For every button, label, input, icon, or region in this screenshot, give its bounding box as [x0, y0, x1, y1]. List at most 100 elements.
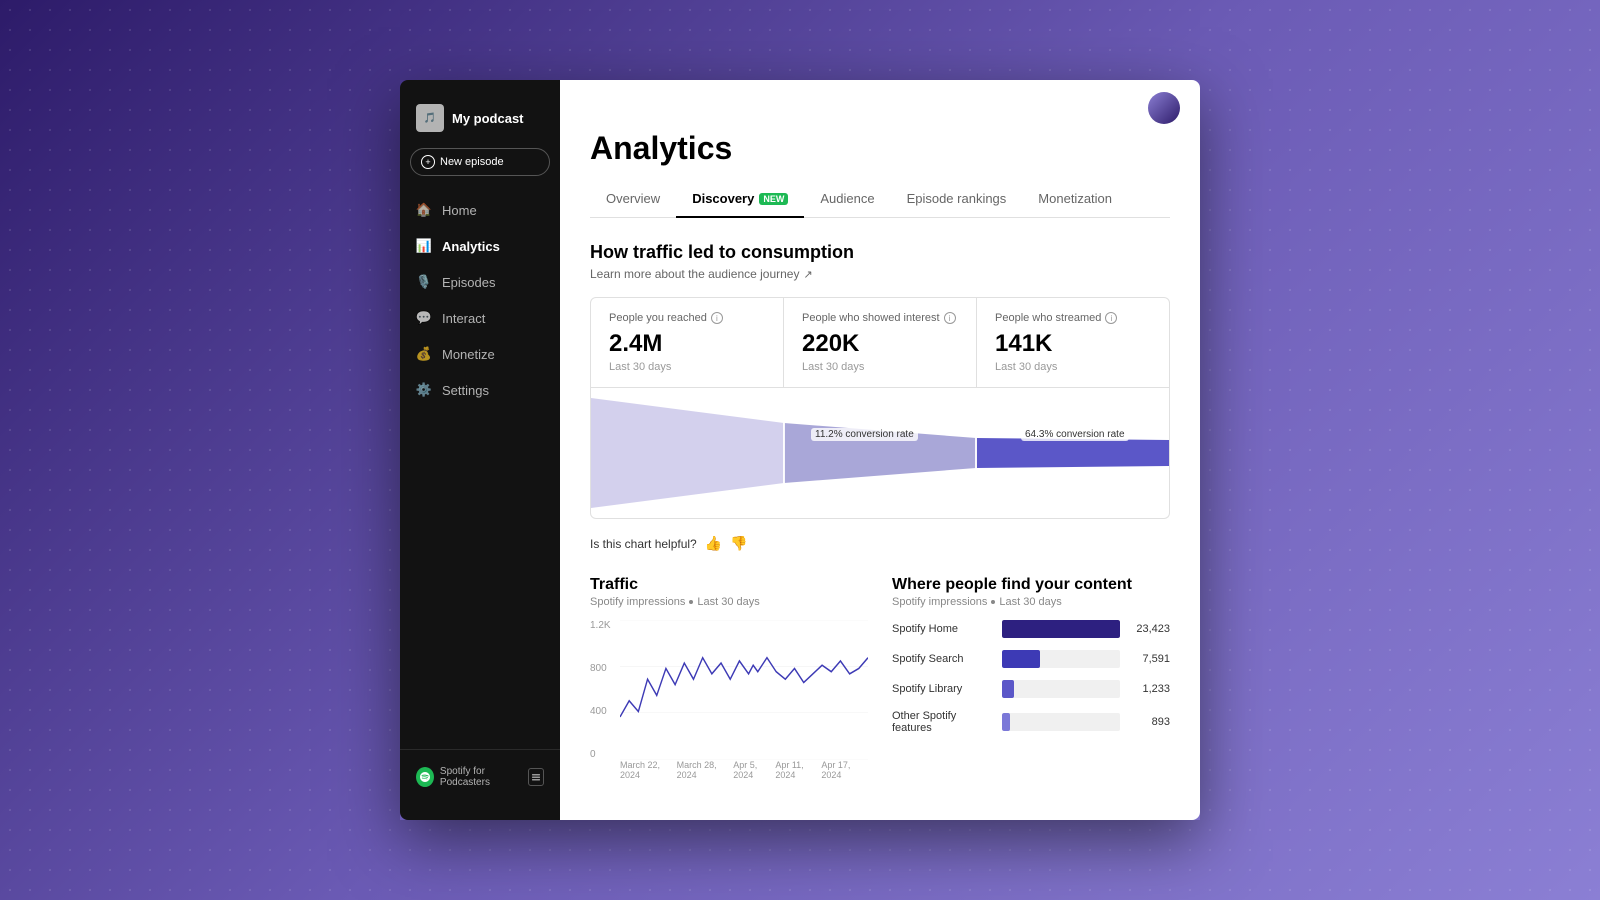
- sidebar-item-settings[interactable]: ⚙️ Settings: [400, 372, 560, 408]
- traffic-chart-title: Traffic: [590, 576, 868, 594]
- settings-icon: ⚙️: [416, 382, 432, 398]
- funnel-svg-area: 11.2% conversion rate 64.3% conversion r…: [591, 388, 1169, 518]
- sidebar-footer: Spotify for Podcasters: [400, 749, 560, 804]
- sidebar-item-monetize[interactable]: 💰 Monetize: [400, 336, 560, 372]
- bar-track: [1002, 680, 1120, 698]
- dot-separator: [689, 600, 693, 604]
- bar-label: Spotify Search: [892, 653, 992, 665]
- funnel-svg: [591, 388, 1169, 518]
- metric-period: Last 30 days: [995, 361, 1151, 373]
- tab-label: Audience: [820, 191, 874, 206]
- bar-value: 893: [1130, 716, 1170, 728]
- tab-audience[interactable]: Audience: [804, 183, 890, 218]
- metric-card-0: People you reached i 2.4M Last 30 days: [590, 297, 784, 388]
- bar-fill: [1002, 650, 1040, 668]
- bar-track: [1002, 713, 1120, 731]
- sidebar-nav: 🏠 Home 📊 Analytics 🎙️ Episodes 💬 Interac…: [400, 192, 560, 749]
- bar-item-0: Spotify Home 23,423: [892, 620, 1170, 638]
- metric-info-icon[interactable]: i: [944, 312, 956, 324]
- metric-period: Last 30 days: [802, 361, 958, 373]
- funnel-chart: 11.2% conversion rate 64.3% conversion r…: [590, 388, 1170, 519]
- bar-fill: [1002, 713, 1010, 731]
- collapse-sidebar-icon[interactable]: [528, 768, 544, 786]
- tab-episode-rankings[interactable]: Episode rankings: [891, 183, 1023, 218]
- plus-icon: +: [421, 155, 435, 169]
- metric-label: People who streamed i: [995, 312, 1151, 324]
- analytics-tabs: Overview Discovery NEW Audience Episode rank…: [590, 183, 1170, 218]
- bar-fill: [1002, 620, 1120, 638]
- chart-helpful-row: Is this chart helpful? 👍 👎: [590, 535, 1170, 552]
- section-title: How traffic led to consumption: [590, 242, 1170, 263]
- main-content: Analytics Overview Discovery NEW Audience Ep…: [560, 80, 1200, 820]
- sidebar-item-label: Episodes: [442, 275, 495, 290]
- traffic-section: How traffic led to consumption Learn mor…: [590, 242, 1170, 552]
- user-avatar[interactable]: [1148, 92, 1180, 124]
- bar-item-2: Spotify Library 1,233: [892, 680, 1170, 698]
- bar-value: 23,423: [1130, 623, 1170, 635]
- conversion-label-1: 11.2% conversion rate: [811, 428, 918, 441]
- metric-value: 2.4M: [609, 330, 765, 358]
- metrics-row: People you reached i 2.4M Last 30 days P…: [590, 297, 1170, 388]
- metric-label: People who showed interest i: [802, 312, 958, 324]
- section-subtitle: Learn more about the audience journey ↗: [590, 267, 1170, 281]
- podcast-icon: 🎵: [416, 104, 444, 132]
- traffic-chart-subtitle: Spotify impressions Last 30 days: [590, 596, 868, 608]
- thumbs-down-button[interactable]: 👎: [730, 535, 747, 552]
- where-find-section: Where people find your content Spotify i…: [892, 576, 1170, 780]
- spotify-brand-label: Spotify for Podcasters: [440, 766, 528, 788]
- sidebar-item-interact[interactable]: 💬 Interact: [400, 300, 560, 336]
- bar-track: [1002, 650, 1120, 668]
- bar-fill: [1002, 680, 1014, 698]
- y-axis: 1.2K 800 400 0: [590, 620, 620, 760]
- bar-value: 7,591: [1130, 653, 1170, 665]
- sidebar-item-label: Home: [442, 203, 477, 218]
- sidebar-item-label: Settings: [442, 383, 489, 398]
- analytics-icon: 📊: [416, 238, 432, 254]
- line-chart-svg: [620, 620, 868, 760]
- tab-badge: NEW: [759, 193, 788, 205]
- bar-item-3: Other Spotify features 893: [892, 710, 1170, 734]
- bar-track: [1002, 620, 1120, 638]
- bar-label: Other Spotify features: [892, 710, 992, 734]
- where-find-title: Where people find your content: [892, 576, 1170, 594]
- interact-icon: 💬: [416, 310, 432, 326]
- bar-label: Spotify Library: [892, 683, 992, 695]
- tab-label: Discovery: [692, 191, 754, 206]
- sidebar-header: 🎵 My podcast: [400, 96, 560, 148]
- metric-info-icon[interactable]: i: [1105, 312, 1117, 324]
- tab-label: Episode rankings: [907, 191, 1007, 206]
- tab-label: Monetization: [1038, 191, 1112, 206]
- sidebar-item-analytics[interactable]: 📊 Analytics: [400, 228, 560, 264]
- sidebar-item-home[interactable]: 🏠 Home: [400, 192, 560, 228]
- thumbs-up-button[interactable]: 👍: [705, 535, 722, 552]
- metric-card-2: People who streamed i 141K Last 30 days: [977, 297, 1170, 388]
- chart-svg-wrapper: [620, 620, 868, 760]
- metric-period: Last 30 days: [609, 361, 765, 373]
- metric-value: 141K: [995, 330, 1151, 358]
- new-episode-button[interactable]: + New episode: [410, 148, 550, 176]
- tab-monetization[interactable]: Monetization: [1022, 183, 1128, 218]
- podcast-title: My podcast: [452, 111, 524, 126]
- bar-item-1: Spotify Search 7,591: [892, 650, 1170, 668]
- metric-label: People you reached i: [609, 312, 765, 324]
- dot-separator-2: [991, 600, 995, 604]
- metric-info-icon[interactable]: i: [711, 312, 723, 324]
- bottom-section: Traffic Spotify impressions Last 30 days…: [590, 576, 1170, 780]
- where-find-subtitle: Spotify impressions Last 30 days: [892, 596, 1170, 608]
- page-title: Analytics: [590, 130, 1170, 167]
- episodes-icon: 🎙️: [416, 274, 432, 290]
- traffic-chart-section: Traffic Spotify impressions Last 30 days…: [590, 576, 868, 780]
- sidebar-item-episodes[interactable]: 🎙️ Episodes: [400, 264, 560, 300]
- tab-discovery[interactable]: Discovery NEW: [676, 183, 804, 218]
- line-chart-area: 1.2K 800 400 0: [590, 620, 868, 780]
- home-icon: 🏠: [416, 202, 432, 218]
- spotify-circle-icon: [416, 767, 434, 787]
- external-link-icon[interactable]: ↗: [803, 268, 812, 281]
- sidebar: 🎵 My podcast + New episode 🏠 Home 📊 Anal…: [400, 80, 560, 820]
- metric-value: 220K: [802, 330, 958, 358]
- bar-chart-list: Spotify Home 23,423 Spotify Search 7,591…: [892, 620, 1170, 734]
- x-axis: March 22, 2024 March 28, 2024 Apr 5, 202…: [620, 760, 868, 780]
- sidebar-item-label: Monetize: [442, 347, 495, 362]
- content-body: Analytics Overview Discovery NEW Audience Ep…: [560, 80, 1200, 810]
- tab-overview[interactable]: Overview: [590, 183, 676, 218]
